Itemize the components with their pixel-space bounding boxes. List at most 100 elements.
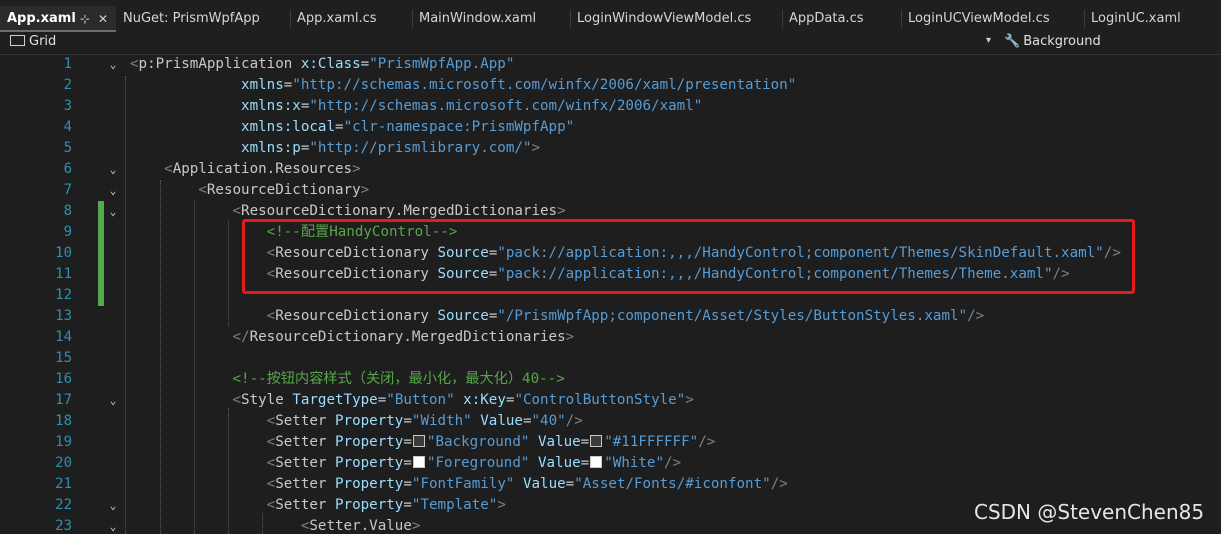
change-indicator: [98, 222, 104, 243]
tab-label: App.xaml.cs: [297, 11, 377, 26]
line-number: 5: [63, 140, 72, 156]
fold-chevron-icon[interactable]: ⌄: [106, 163, 120, 177]
line-number: 14: [55, 329, 72, 345]
fold-chevron-icon[interactable]: ⌄: [106, 499, 120, 513]
tab-label: LoginUCViewModel.cs: [908, 11, 1050, 26]
tab-app-xaml-cs[interactable]: App.xaml.cs: [290, 6, 412, 32]
change-indicator: [98, 285, 104, 306]
tab-nuget[interactable]: NuGet: PrismWpfApp: [116, 6, 290, 32]
scope-label: Grid: [29, 34, 57, 49]
color-swatch[interactable]: [412, 435, 425, 447]
code-line[interactable]: 7 ⌄ <ResourceDictionary>: [0, 180, 1221, 201]
code-text: <!--按钮内容样式（关闭，最小化，最大化）40-->: [232, 371, 565, 387]
tab-appdata-cs[interactable]: AppData.cs: [782, 6, 901, 32]
tab-loginwindowviewmodel-cs[interactable]: LoginWindowViewModel.cs: [570, 6, 782, 32]
fold-chevron-icon[interactable]: ⌄: [106, 184, 120, 198]
code-line[interactable]: 4 xmlns:local="clr-namespace:PrismWpfApp…: [0, 117, 1221, 138]
code-line[interactable]: 1 ⌄ <p:PrismApplication x:Class="PrismWpfA…: [0, 55, 1221, 75]
line-number: 3: [63, 98, 72, 114]
code-text: <Setter Property= "Background" Value= "#11…: [266, 434, 716, 450]
tab-label: App.xaml: [7, 11, 76, 26]
line-number: 7: [63, 182, 72, 198]
code-editor[interactable]: 1 ⌄ <p:PrismApplication x:Class="PrismWpfA…: [0, 55, 1221, 534]
code-text: <Setter.Value>: [300, 518, 421, 534]
code-line[interactable]: 6 ⌄ <Application.Resources>: [0, 159, 1221, 180]
line-number: 11: [55, 266, 72, 282]
code-line[interactable]: 3 xmlns:x="http://schemas.microsoft.com/…: [0, 96, 1221, 117]
line-number: 1: [63, 56, 72, 72]
code-line[interactable]: 5 xmlns:p="http://prismlibrary.com/">: [0, 138, 1221, 159]
tab-loginuc-xaml[interactable]: LoginUC.xaml: [1084, 6, 1221, 32]
member-label: Background: [1023, 34, 1101, 49]
code-line[interactable]: 21 <Setter Property="FontFamily" Value="…: [0, 474, 1221, 495]
member-dropdown[interactable]: 🔧 Background: [1004, 34, 1101, 49]
element-scope-dropdown[interactable]: Grid: [10, 34, 56, 49]
line-number: 18: [55, 413, 72, 429]
code-text: <Setter Property="FontFamily" Value="Ass…: [266, 476, 788, 492]
tab-label: AppData.cs: [789, 11, 864, 26]
code-text: <Setter Property="Width" Value="40"/>: [266, 413, 583, 429]
change-indicator: [98, 264, 104, 285]
tab-label: LoginWindowViewModel.cs: [577, 11, 752, 26]
change-indicator: [98, 201, 104, 222]
code-text: <Application.Resources>: [164, 161, 361, 177]
grid-icon: [10, 35, 25, 46]
line-number: 2: [63, 77, 72, 93]
tab-label: LoginUC.xaml: [1091, 11, 1181, 26]
line-number: 9: [63, 224, 72, 240]
code-text: xmlns="http://schemas.microsoft.com/winf…: [241, 77, 797, 93]
code-text: xmlns:local="clr-namespace:PrismWpfApp": [241, 119, 575, 135]
change-indicator: [98, 243, 104, 264]
line-number: 13: [55, 308, 72, 324]
line-number: 15: [55, 350, 72, 366]
code-line[interactable]: 15: [0, 348, 1221, 369]
highlight-box: [242, 219, 1135, 294]
code-text: <p:PrismApplication x:Class="PrismWpfApp…: [130, 56, 515, 72]
code-line[interactable]: 16 <!--按钮内容样式（关闭，最小化，最大化）40-->: [0, 369, 1221, 390]
color-swatch[interactable]: [590, 456, 603, 468]
watermark: CSDN @StevenChen85: [974, 500, 1205, 524]
code-line[interactable]: 2 xmlns="http://schemas.microsoft.com/wi…: [0, 75, 1221, 96]
navigation-bar: Grid ▾ 🔧 Background: [0, 32, 1221, 55]
fold-chevron-icon[interactable]: ⌄: [106, 520, 120, 534]
line-number: 4: [63, 119, 72, 135]
code-text: <Setter Property="Template">: [266, 497, 506, 513]
document-tab-bar: App.xaml ⊹ ✕ NuGet: PrismWpfApp App.xaml…: [0, 0, 1221, 32]
line-number: 21: [55, 476, 72, 492]
code-text: <ResourceDictionary Source="/PrismWpfApp…: [266, 308, 985, 324]
chevron-down-icon[interactable]: ▾: [986, 35, 991, 46]
line-number: 10: [55, 245, 72, 261]
code-text: <ResourceDictionary>: [198, 182, 370, 198]
code-line[interactable]: 20 <Setter Property= "Foreground" Value= "…: [0, 453, 1221, 474]
code-text: </ResourceDictionary.MergedDictionaries>: [232, 329, 575, 345]
code-text: xmlns:p="http://prismlibrary.com/">: [241, 140, 541, 156]
tab-label: MainWindow.xaml: [419, 11, 537, 26]
line-number: 22: [55, 497, 72, 513]
fold-chevron-icon[interactable]: ⌄: [106, 394, 120, 408]
tab-loginucviewmodel-cs[interactable]: LoginUCViewModel.cs: [901, 6, 1084, 32]
code-line[interactable]: 19 <Setter Property= "Background" Value= "…: [0, 432, 1221, 453]
code-text: xmlns:x="http://schemas.microsoft.com/wi…: [241, 98, 703, 114]
color-swatch[interactable]: [412, 456, 425, 468]
code-line[interactable]: 13 <ResourceDictionary Source="/PrismWpf…: [0, 306, 1221, 327]
line-number: 12: [55, 287, 72, 303]
color-swatch[interactable]: [590, 435, 603, 447]
tab-mainwindow-xaml[interactable]: MainWindow.xaml: [412, 6, 570, 32]
close-icon[interactable]: ✕: [98, 6, 108, 32]
fold-chevron-icon[interactable]: ⌄: [106, 58, 120, 72]
line-number: 19: [55, 434, 72, 450]
line-number: 17: [55, 392, 72, 408]
code-line[interactable]: 17 ⌄ <Style TargetType="Button" x:Key="Co…: [0, 390, 1221, 411]
line-number: 6: [63, 161, 72, 177]
wrench-icon: 🔧: [1004, 34, 1021, 49]
pin-icon[interactable]: ⊹: [80, 6, 90, 32]
line-number: 16: [55, 371, 72, 387]
line-number: 8: [63, 203, 72, 219]
code-text: <Style TargetType="Button" x:Key="Contro…: [232, 392, 694, 408]
fold-chevron-icon[interactable]: ⌄: [106, 205, 120, 219]
code-line[interactable]: 18 <Setter Property="Width" Value="40"/>: [0, 411, 1221, 432]
tab-app-xaml[interactable]: App.xaml ⊹ ✕: [0, 6, 116, 32]
code-line[interactable]: 14 </ResourceDictionary.MergedDictionari…: [0, 327, 1221, 348]
line-number: 23: [55, 518, 72, 534]
tab-label: NuGet: PrismWpfApp: [123, 11, 260, 26]
